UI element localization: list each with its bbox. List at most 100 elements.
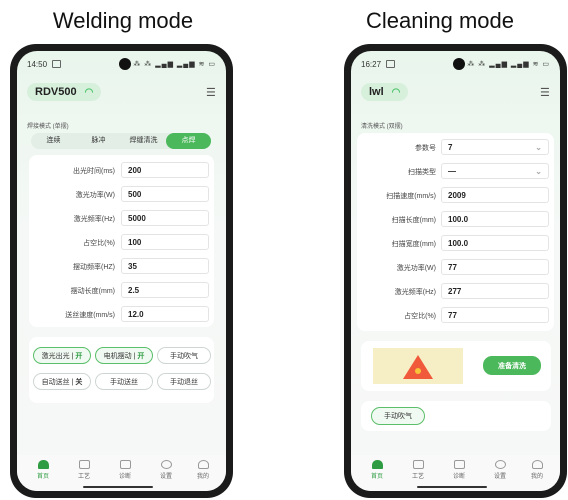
tab-spot-weld[interactable]: 点焊 — [166, 133, 211, 149]
nav-profile[interactable]: 我的 — [191, 460, 215, 480]
cleaning-status-card: 准备清洗 — [361, 341, 551, 391]
param-label: 激光功率(W) — [75, 192, 115, 199]
param-row: 扫描类型 — ⌄ — [357, 163, 554, 179]
param-row: 扫描长度(mm) 100.0 — [357, 211, 554, 227]
param-input[interactable]: 200 — [121, 162, 209, 178]
chevron-down-icon: ⌄ — [535, 143, 542, 152]
wifi-icon: ◠ — [84, 87, 94, 98]
tab-continuous[interactable]: 连续 — [31, 133, 76, 149]
param-row: 参数号 7 ⌄ — [357, 139, 554, 155]
nav-label: 诊断 — [118, 474, 131, 480]
param-label: 送丝速度(mm/s) — [65, 312, 115, 319]
prepare-clean-button[interactable]: 准备清洗 — [483, 356, 541, 375]
nav-home[interactable]: 首页 — [365, 460, 389, 480]
status-bar: 16:27 ⁂ ⁂ ▂▄▆ ▂▄▆ ≋ ▭ — [361, 58, 550, 73]
param-row: 摆动频率(HZ) 35 — [29, 258, 214, 274]
param-label: 占空比(%) — [404, 313, 436, 320]
laser-output-state: 开 — [75, 353, 83, 360]
auto-feed-state: 关 — [75, 379, 83, 386]
param-label: 占空比(%) — [83, 240, 115, 247]
nav-home[interactable]: 首页 — [31, 460, 55, 480]
scan-type-select[interactable]: — ⌄ — [441, 163, 549, 179]
nav-profile[interactable]: 我的 — [525, 460, 549, 480]
laser-warning-icon — [403, 355, 433, 379]
home-icon — [37, 460, 49, 469]
diagnose-icon — [119, 460, 131, 469]
nav-label: 设置 — [493, 474, 506, 480]
auto-feed-label: 自动送丝 — [41, 379, 70, 386]
manual-blow-button[interactable]: 手动吹气 — [157, 347, 211, 364]
param-input[interactable]: 100.0 — [441, 211, 549, 227]
param-number-select[interactable]: 7 ⌄ — [441, 139, 549, 155]
manual-return-button[interactable]: 手动退丝 — [157, 373, 211, 390]
bottom-nav: 首页 工艺 诊断 设置 我的 — [351, 455, 560, 491]
manual-blow-button[interactable]: 手动吹气 — [371, 407, 425, 425]
motor-swing-label: 电机摆动 — [103, 353, 132, 360]
cleaning-screen: 16:27 ⁂ ⁂ ▂▄▆ ▂▄▆ ≋ ▭ lwl ◠ ☰ 清洗模式 (双摆) 参… — [351, 51, 560, 491]
param-input[interactable]: 35 — [121, 258, 209, 274]
device-selector[interactable]: lwl ◠ — [361, 83, 409, 101]
device-selector[interactable]: RDV500 ◠ — [27, 83, 102, 101]
param-label: 出光时间(ms) — [73, 168, 115, 175]
control-card: 激光出光 | 开 电机摆动 | 开 手动吹气 自动送丝 | 关 手动送丝 手动退… — [29, 337, 214, 403]
user-icon — [531, 460, 543, 469]
diagnose-icon — [453, 460, 465, 469]
device-name: RDV500 — [35, 86, 77, 98]
mode-label: 清洗模式 (双摆) — [361, 124, 403, 130]
nav-label: 工艺 — [77, 474, 90, 480]
param-card: 出光时间(ms) 200 激光功率(W) 500 激光频率(Hz) 5000 占… — [29, 155, 214, 327]
status-icons: ⁂ ⁂ ▂▄▆ ▂▄▆ ≋ ▭ — [467, 61, 550, 68]
param-input[interactable]: 500 — [121, 186, 209, 202]
menu-icon[interactable]: ☰ — [206, 86, 216, 99]
tab-seam-clean[interactable]: 焊缝清洗 — [121, 133, 166, 149]
param-input[interactable]: 2009 — [441, 187, 549, 203]
auto-feed-toggle[interactable]: 自动送丝 | 关 — [33, 373, 91, 390]
param-card: 参数号 7 ⌄ 扫描类型 — ⌄ 扫描速度(mm/s) 2009 扫描长度(mm) … — [357, 133, 554, 331]
param-input[interactable]: 77 — [441, 307, 549, 323]
nav-diagnose[interactable]: 诊断 — [113, 460, 137, 480]
welding-screen: 14:50 ⁂ ⁂ ▂▄▆ ▂▄▆ ≋ ▭ RDV500 ◠ ☰ 焊接模式 (单摆… — [17, 51, 226, 491]
motor-swing-toggle[interactable]: 电机摆动 | 开 — [95, 347, 153, 364]
param-value: 7 — [448, 143, 453, 152]
gear-icon — [494, 460, 506, 469]
param-input[interactable]: 100.0 — [441, 235, 549, 251]
device-name: lwl — [369, 86, 384, 98]
nav-settings[interactable]: 设置 — [154, 460, 178, 480]
param-row: 激光功率(W) 77 — [357, 259, 554, 275]
home-indicator — [417, 486, 487, 488]
laser-output-toggle[interactable]: 激光出光 | 开 — [33, 347, 91, 364]
param-label: 扫描长度(mm) — [391, 217, 436, 224]
param-input[interactable]: 277 — [441, 283, 549, 299]
laser-warning-panel — [373, 348, 463, 384]
param-label: 激光频率(Hz) — [394, 289, 436, 296]
param-value: — — [448, 167, 456, 176]
nav-label: 我的 — [196, 474, 209, 480]
param-input[interactable]: 2.5 — [121, 282, 209, 298]
camera-cutout — [453, 58, 465, 70]
status-bar: 14:50 ⁂ ⁂ ▂▄▆ ▂▄▆ ≋ ▭ — [27, 58, 216, 73]
cleaning-phone: 16:27 ⁂ ⁂ ▂▄▆ ▂▄▆ ≋ ▭ lwl ◠ ☰ 清洗模式 (双摆) 参… — [344, 44, 567, 498]
param-input[interactable]: 100 — [121, 234, 209, 250]
param-label: 激光频率(Hz) — [73, 216, 115, 223]
param-input[interactable]: 77 — [441, 259, 549, 275]
camera-cutout — [119, 58, 131, 70]
nav-diagnose[interactable]: 诊断 — [447, 460, 471, 480]
chevron-down-icon: ⌄ — [535, 167, 542, 176]
nav-process[interactable]: 工艺 — [406, 460, 430, 480]
laser-output-label: 激光出光 — [41, 353, 70, 360]
tab-pulse[interactable]: 脉冲 — [76, 133, 121, 149]
nav-process[interactable]: 工艺 — [72, 460, 96, 480]
nav-settings[interactable]: 设置 — [488, 460, 512, 480]
param-row: 激光频率(Hz) 277 — [357, 283, 554, 299]
bottom-nav: 首页 工艺 诊断 设置 我的 — [17, 455, 226, 491]
welding-mode-caption: Welding mode — [52, 8, 194, 33]
manual-feed-button[interactable]: 手动送丝 — [95, 373, 153, 390]
menu-icon[interactable]: ☰ — [540, 86, 550, 99]
param-label: 参数号 — [415, 145, 436, 152]
nav-label: 我的 — [530, 474, 543, 480]
param-input[interactable]: 5000 — [121, 210, 209, 226]
status-icons: ⁂ ⁂ ▂▄▆ ▂▄▆ ≋ ▭ — [133, 61, 216, 68]
param-label: 扫描类型 — [408, 169, 436, 176]
param-input[interactable]: 12.0 — [121, 306, 209, 322]
gallery-icon — [52, 60, 61, 68]
